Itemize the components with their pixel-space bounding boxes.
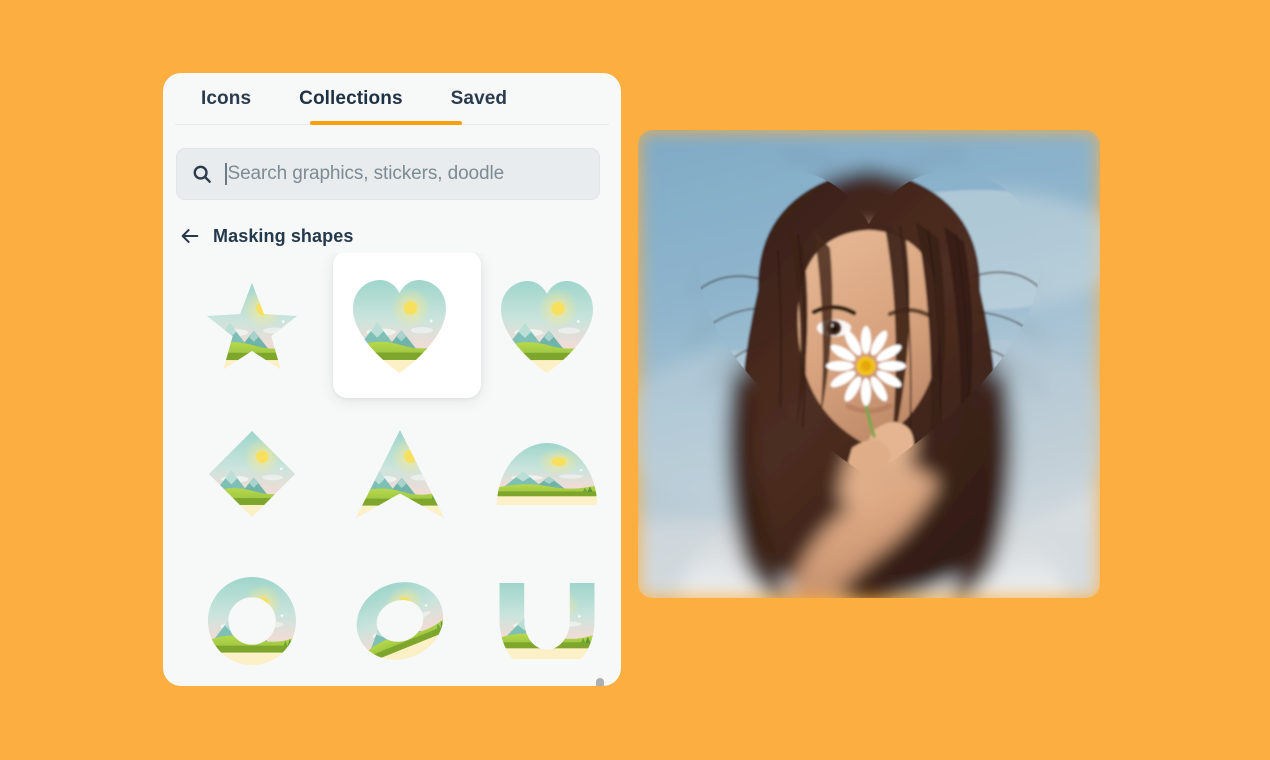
semicircle-mask-shape bbox=[497, 442, 598, 505]
graphics-library-panel: Icons Collections Saved Search graphics,… bbox=[163, 73, 621, 686]
active-tab-underline bbox=[310, 121, 462, 125]
search-placeholder: Search graphics, stickers, doodle bbox=[227, 163, 505, 184]
scrollbar-thumb[interactable] bbox=[596, 678, 604, 686]
star-mask-shape bbox=[206, 282, 297, 369]
tab-bar: Icons Collections Saved bbox=[163, 73, 621, 126]
tab-icons[interactable]: Icons bbox=[177, 73, 275, 124]
shape-row bbox=[163, 253, 621, 400]
masking-shape-heart-wide[interactable] bbox=[473, 253, 621, 400]
masking-shape-ellipse-ring[interactable] bbox=[326, 547, 474, 686]
arrow-left-icon[interactable] bbox=[179, 225, 201, 247]
search-text-caret bbox=[225, 163, 227, 185]
chevron-up-mask-shape bbox=[355, 429, 444, 518]
masking-shape-heart[interactable] bbox=[326, 253, 481, 400]
ellipse-ring-mask-shape bbox=[353, 576, 446, 665]
search-input[interactable]: Search graphics, stickers, doodle bbox=[176, 148, 600, 200]
heart-wide-mask-shape bbox=[501, 280, 594, 373]
arc-u-mask-shape bbox=[499, 582, 595, 659]
section-title: Masking shapes bbox=[213, 225, 354, 246]
section-header: Masking shapes bbox=[179, 223, 353, 249]
heart-mask-shape bbox=[353, 280, 446, 373]
tab-collections[interactable]: Collections bbox=[275, 73, 427, 124]
masking-shape-donut[interactable] bbox=[178, 547, 326, 686]
tab-saved[interactable]: Saved bbox=[427, 73, 531, 124]
scrollbar-track[interactable] bbox=[596, 323, 613, 686]
shape-row bbox=[163, 400, 621, 547]
diamond-mask-shape bbox=[208, 430, 295, 517]
masking-shapes-grid bbox=[163, 253, 621, 686]
masking-shape-chevron-up[interactable] bbox=[326, 400, 474, 547]
photo-canvas-card[interactable] bbox=[638, 130, 1100, 598]
photo-woman-with-daisy bbox=[638, 130, 1100, 598]
masking-shape-diamond[interactable] bbox=[178, 400, 326, 547]
masking-shape-star[interactable] bbox=[178, 253, 326, 400]
masking-shape-arc-u[interactable] bbox=[473, 547, 621, 686]
search-icon bbox=[193, 165, 211, 183]
masking-shape-semicircle[interactable] bbox=[473, 400, 621, 547]
donut-mask-shape bbox=[207, 576, 296, 665]
shape-row bbox=[163, 547, 621, 686]
